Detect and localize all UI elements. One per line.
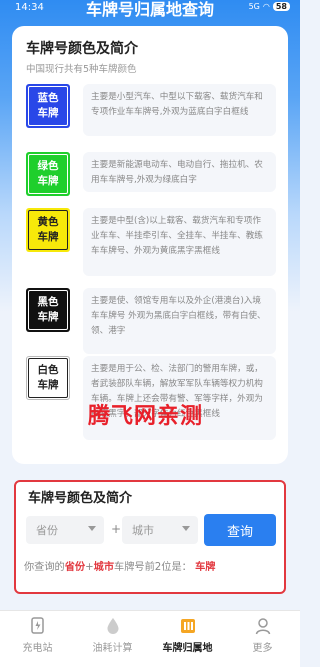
- user-icon: [254, 617, 272, 635]
- result-plus: +: [85, 562, 94, 573]
- plate-label: 黄色 车牌: [28, 210, 68, 250]
- query-button[interactable]: 查询: [204, 514, 276, 546]
- plate-black: 黑色 车牌: [26, 288, 70, 332]
- section-title: 车牌号颜色及简介: [26, 41, 138, 57]
- plate-label: 白色 车牌: [28, 358, 68, 398]
- charging-station-icon: [29, 617, 47, 635]
- plate-label: 蓝色 车牌: [28, 86, 68, 126]
- plus-sign: +: [111, 522, 122, 536]
- plate-white: 白色 车牌: [26, 356, 70, 400]
- city-placeholder: 城市: [132, 524, 154, 537]
- chevron-down-icon: [88, 526, 96, 531]
- city-select[interactable]: 城市: [122, 516, 198, 544]
- fuel-drop-icon: [104, 617, 122, 635]
- tab-more[interactable]: 更多: [225, 611, 300, 667]
- watermark: 腾飞网亲测: [88, 404, 204, 429]
- plate-blue: 蓝色 车牌: [26, 84, 70, 128]
- page-title: 车牌号归属地查询: [85, 0, 214, 19]
- query-card: 车牌号颜色及简介 省份 + 城市 查询 你查询的省份+城市车牌号前2位是： 车牌: [14, 480, 286, 594]
- bottom-tab-bar: 充电站 油耗计算 车牌归属地 更多: [0, 610, 300, 667]
- result-city: 城市: [93, 562, 115, 573]
- plate-label: 绿色 车牌: [28, 154, 68, 194]
- tab-charging-station[interactable]: 充电站: [0, 611, 75, 667]
- plate-green: 绿色 车牌: [26, 152, 70, 196]
- plate-desc-green: 主要是新能源电动车、电动自行、拖拉机、农用车车牌号,外观为绿底白字: [83, 152, 276, 192]
- plate-desc-yellow: 主要是中型(含)以上载客、载货汽车和专项作业车车、半挂牵引车、全挂车、半挂车、教…: [83, 208, 276, 276]
- tab-label: 车牌归属地: [162, 643, 213, 654]
- tab-label: 油耗计算: [92, 643, 133, 654]
- province-select[interactable]: 省份: [26, 516, 104, 544]
- plate-desc-black: 主要是使、领馆专用车以及外企(港澳台)入境车车牌号 外观为黑底白字白框线，带有白…: [83, 288, 276, 354]
- section-subtitle: 中国现行共有5种车牌颜色: [26, 64, 137, 75]
- plate-label: 黑色 车牌: [28, 290, 68, 330]
- tab-fuel-calc[interactable]: 油耗计算: [75, 611, 150, 667]
- plate-desc-blue: 主要是小型汽车、中型以下载客、载货汽车和专项作业车车牌号,外观为蓝底白字白框线: [83, 84, 276, 136]
- query-result: 你查询的省份+城市车牌号前2位是： 车牌: [24, 558, 215, 573]
- query-title: 车牌号颜色及简介: [28, 491, 133, 506]
- plate-yellow: 黄色 车牌: [26, 208, 70, 252]
- result-prefix: 你查询的: [24, 562, 65, 573]
- province-placeholder: 省份: [36, 524, 58, 537]
- tab-label: 更多: [252, 643, 273, 654]
- chevron-down-icon: [182, 526, 190, 531]
- tab-label: 充电站: [22, 643, 53, 654]
- result-mid: 车牌号前2位是：: [114, 562, 192, 573]
- tab-plate-location[interactable]: 车牌归属地: [150, 611, 225, 667]
- license-plate-icon: [179, 617, 197, 635]
- result-value: 车牌: [195, 562, 216, 573]
- result-province: 省份: [64, 562, 86, 573]
